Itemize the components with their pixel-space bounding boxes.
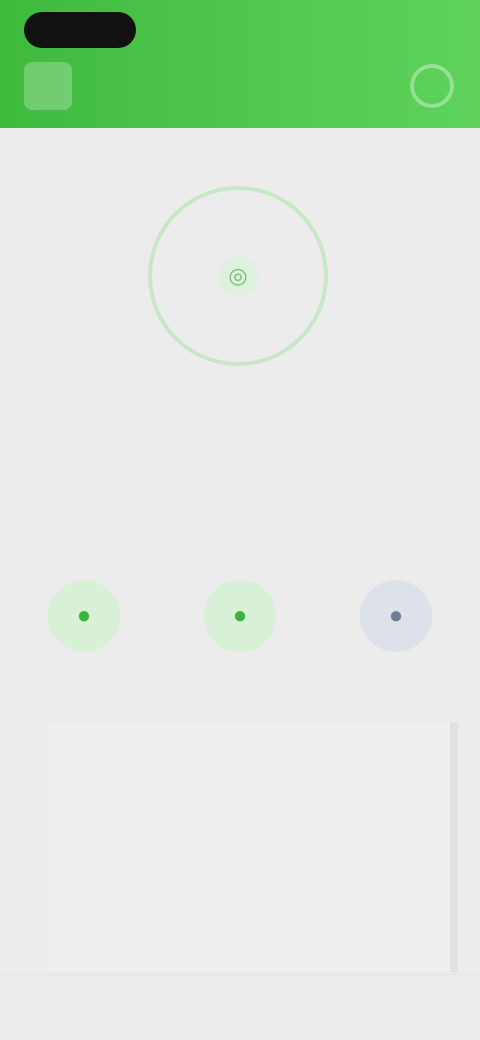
stat-block-left: [48, 430, 188, 448]
chip-3[interactable]: ●: [360, 580, 432, 652]
chip-2[interactable]: ●: [204, 580, 276, 652]
circular-progress-ring[interactable]: ◎: [148, 186, 328, 366]
stat-block-right: [234, 430, 374, 448]
card-grid: [62, 866, 382, 902]
settings-icon[interactable]: [410, 64, 454, 108]
footer-divider: [0, 974, 480, 975]
menu-icon[interactable]: [24, 62, 72, 110]
summary-card: [48, 722, 458, 972]
status-pill: [24, 12, 136, 48]
ring-center-icon: ◎: [218, 256, 258, 296]
chip-row: ● ● ●: [48, 580, 432, 660]
card-tabs: [48, 722, 450, 758]
top-header: [0, 0, 480, 128]
chip-1[interactable]: ●: [48, 580, 120, 652]
